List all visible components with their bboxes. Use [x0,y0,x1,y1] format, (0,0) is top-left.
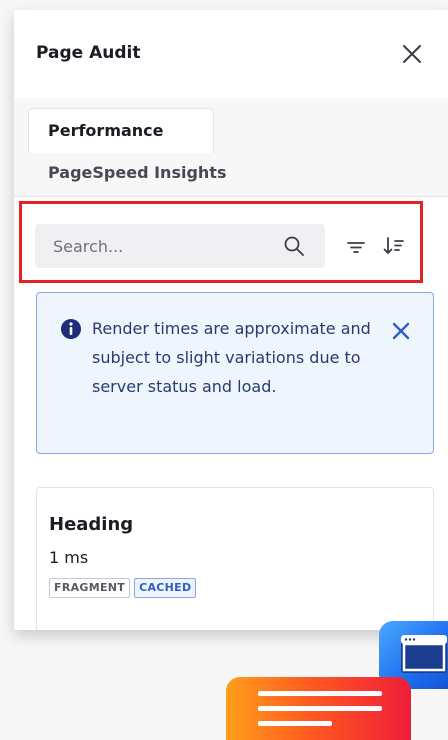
panel-title: Page Audit [36,43,141,63]
dismiss-alert-button[interactable] [389,319,413,343]
tab-performance[interactable]: Performance [28,108,214,153]
result-badges: FRAGMENT CACHED [49,578,197,598]
close-icon [392,322,410,340]
result-card[interactable]: Heading 1 ms FRAGMENT CACHED [36,487,434,630]
filter-icon [347,242,365,253]
info-icon [61,319,81,339]
sort-button[interactable] [381,233,407,259]
cached-badge: CACHED [134,578,197,598]
close-icon [403,45,421,63]
filter-button[interactable] [344,235,368,259]
tab-bar: Performance PageSpeed Insights [14,98,448,197]
search-box [35,224,325,268]
close-panel-button[interactable] [398,40,426,68]
tab-pagespeed-insights[interactable]: PageSpeed Insights [48,156,226,190]
alert-message: Render times are approximate and subject… [92,319,371,396]
result-time: 1 ms [49,548,89,567]
floating-menu-button[interactable] [226,677,411,740]
search-icon[interactable] [283,235,305,257]
fragment-badge: FRAGMENT [49,578,131,598]
search-input[interactable] [35,224,265,268]
info-alert: Render times are approximate and subject… [36,292,434,454]
sort-icon [383,237,404,254]
result-title: Heading [49,514,134,535]
panel-header: Page Audit [14,10,448,99]
page-audit-panel: Page Audit Performance PageSpeed Insight… [14,10,448,630]
